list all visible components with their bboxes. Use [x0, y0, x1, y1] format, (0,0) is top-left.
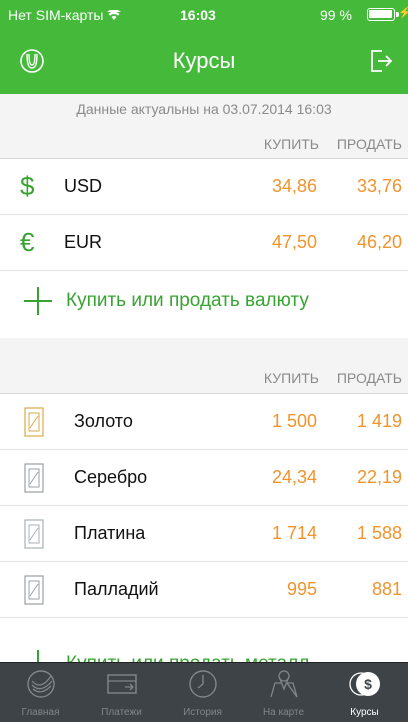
buy-rate: 24,34 — [271, 467, 317, 487]
logout-icon[interactable] — [360, 41, 400, 81]
metal-row-platinum[interactable]: Платина 1 714 1 588 — [0, 506, 408, 562]
tab-payments[interactable]: Платежи — [81, 663, 162, 722]
battery-percent: 99 % — [320, 7, 352, 23]
metal-row-silver[interactable]: Серебро 24,34 22,19 — [0, 450, 408, 506]
dollar-icon: $ — [20, 171, 35, 201]
metal-row-gold[interactable]: Золото 1 500 1 419 — [0, 394, 408, 450]
buy-rate: 34,86 — [271, 176, 317, 196]
buy-sell-currency-button[interactable]: Купить или продать валюту — [0, 275, 408, 333]
charging-icon: ⚡ — [398, 7, 408, 19]
currency-row-eur[interactable]: € EUR 47,50 46,20 — [0, 215, 408, 271]
sell-rate: 46,20 — [356, 232, 402, 252]
metal-name: Серебро — [74, 467, 148, 487]
buy-rate: 1 714 — [271, 523, 317, 543]
tab-label: Главная — [21, 707, 60, 718]
map-pin-icon — [270, 670, 298, 698]
buy-rate: 1 500 — [271, 411, 317, 431]
sell-column-label: ПРОДАТЬ — [336, 370, 402, 386]
clock-time: 16:03 — [180, 7, 216, 23]
currency-section: $ USD 34,86 33,76 € EUR 47,50 46,20 Купи… — [0, 158, 408, 338]
carrier-text: Нет SIM-карты — [8, 7, 104, 23]
tab-label: На карте — [262, 707, 305, 718]
metal-column-header: КУПИТЬ ПРОДАТЬ — [0, 364, 408, 392]
metal-row-palladium[interactable]: Палладий 995 881 — [0, 562, 408, 618]
sell-rate: 33,76 — [356, 176, 402, 196]
buy-rate: 47,50 — [271, 232, 317, 252]
navigation-bar: Курсы — [0, 30, 408, 94]
status-bar: Нет SIM-карты 16:03 99 % ⚡ — [0, 0, 408, 30]
sell-rate: 22,19 — [356, 467, 402, 487]
dollar-coins-icon: $ — [349, 672, 380, 696]
palladium-bar-icon — [24, 575, 44, 605]
sell-rate: 1 588 — [356, 523, 402, 543]
tab-history[interactable]: История — [162, 663, 243, 722]
plus-icon — [24, 287, 52, 315]
page-title: Курсы — [172, 48, 236, 73]
buy-rate: 995 — [286, 579, 317, 599]
silver-bar-icon — [24, 463, 44, 493]
tab-rates[interactable]: $ Курсы — [324, 663, 405, 722]
tab-label: История — [183, 707, 222, 718]
metal-name: Золото — [74, 411, 133, 431]
wifi-icon — [107, 10, 122, 20]
currency-code: EUR — [64, 232, 103, 252]
currency-code: USD — [64, 176, 103, 196]
svg-text:$: $ — [364, 676, 372, 692]
clock-icon — [189, 670, 217, 698]
sell-rate: 1 419 — [356, 411, 402, 431]
tab-home[interactable]: Главная — [0, 663, 81, 722]
buy-column-label: КУПИТЬ — [263, 370, 319, 386]
metal-name: Платина — [74, 523, 146, 543]
carrier-label: Нет SIM-карты — [8, 7, 122, 23]
metal-name: Палладий — [74, 579, 159, 599]
metal-section: Золото 1 500 1 419 Серебро 24,34 22,19 П… — [0, 393, 408, 703]
buy-column-label: КУПИТЬ — [263, 136, 319, 152]
platinum-bar-icon — [24, 519, 44, 549]
tab-bar: Главная Платежи История На карте $ Курсы — [0, 662, 408, 722]
tab-label: Платежи — [101, 707, 142, 718]
sberbank-logo-icon — [27, 670, 55, 698]
buy-sell-currency-label: Купить или продать валюту — [66, 290, 309, 311]
euro-icon: € — [20, 227, 35, 257]
tab-label: Курсы — [350, 707, 379, 718]
tab-map[interactable]: На карте — [243, 663, 324, 722]
payment-card-icon — [107, 674, 137, 694]
currency-column-header: КУПИТЬ ПРОДАТЬ — [0, 130, 408, 158]
sell-rate: 881 — [371, 579, 402, 599]
data-updated-note: Данные актуальны на 03.07.2014 16:03 — [76, 101, 332, 117]
sell-column-label: ПРОДАТЬ — [336, 136, 402, 152]
battery-icon — [367, 8, 399, 21]
header: Нет SIM-карты 16:03 99 % ⚡ Курсы — [0, 0, 408, 94]
currency-row-usd[interactable]: $ USD 34,86 33,76 — [0, 159, 408, 215]
gold-bar-icon — [24, 407, 44, 437]
